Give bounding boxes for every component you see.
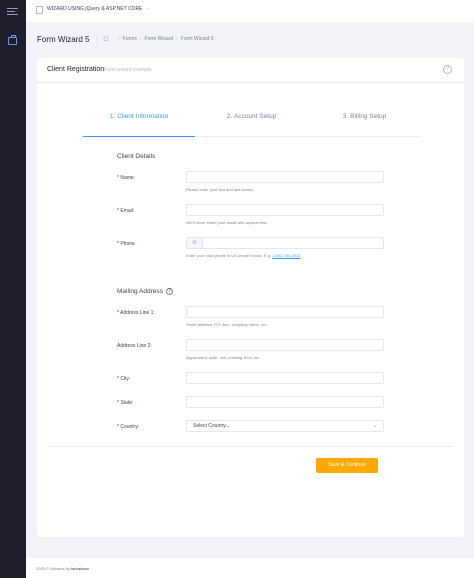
step-client-information[interactable]: 1. Client Information	[83, 110, 195, 137]
phone-label: * Phone	[117, 241, 135, 247]
step-billing-setup[interactable]: 3. Billing Setup	[308, 110, 421, 137]
breadcrumb-separator: ›	[118, 36, 120, 42]
subheader: Form Wizard 5 › Forms › Form Wizard › Form Wi…	[26, 22, 474, 58]
step-account-setup[interactable]: 2. Account Setup	[195, 110, 308, 137]
address1-label: * Address Line 1:	[117, 310, 155, 316]
email-help: We'll never share your email with anyone…	[186, 220, 268, 225]
app-logo-icon	[36, 6, 43, 14]
topbar: WIZARD USING jQuery & ASP.NET CORE ⌄	[26, 0, 474, 22]
footer-author-link[interactable]: farbahaan	[71, 566, 89, 571]
wizard-card: Client Registration Form wizard example …	[37, 58, 464, 537]
phone-input[interactable]: ✆	[186, 237, 384, 249]
breadcrumb-separator: ›	[176, 36, 178, 42]
phone-help-text: Enter your valid phone in US phone forma…	[186, 253, 273, 258]
step-label: Client Information	[117, 113, 169, 120]
city-label: * City:	[117, 376, 131, 382]
section-title-mailing-address: Mailing Address?	[117, 288, 173, 295]
state-input[interactable]	[186, 396, 384, 408]
step-label: Billing Setup	[350, 113, 387, 120]
wizard-steps: 1. Client Information 2. Account Setup 3. B…	[83, 110, 421, 137]
email-input[interactable]	[186, 204, 384, 216]
address2-help: Appartment, suite, unit, building, floor…	[186, 355, 260, 360]
briefcase-icon[interactable]	[8, 35, 17, 45]
breadcrumb-item-current[interactable]: Form Wizard 5	[181, 36, 214, 42]
sidebar	[0, 0, 26, 578]
card-subtitle: Form wizard example	[104, 67, 152, 73]
subheader-separator	[96, 34, 97, 44]
name-help: Please enter your first and last names	[186, 187, 254, 192]
phone-icon: ✆	[187, 238, 203, 248]
step-number: 3.	[342, 113, 349, 120]
address1-input[interactable]	[186, 306, 384, 318]
step-number: 2.	[226, 113, 233, 120]
home-icon[interactable]	[103, 35, 109, 41]
breadcrumb-item-form-wizard[interactable]: Form Wizard	[145, 36, 174, 42]
name-label: * Name:	[117, 175, 136, 181]
country-selected-value: Select Country...	[193, 423, 230, 429]
chevron-down-icon: ⌄	[372, 423, 377, 429]
save-continue-button[interactable]: Save & Continue	[316, 458, 378, 473]
page-title: Form Wizard 5	[37, 35, 90, 44]
footer: 2020 © Wizards by farbahaan	[26, 558, 474, 578]
menu-toggle-icon[interactable]	[7, 8, 18, 17]
app-title[interactable]: WIZARD USING jQuery & ASP.NET CORE	[47, 6, 142, 12]
question-icon[interactable]: ?	[165, 288, 173, 295]
address2-input[interactable]	[186, 339, 384, 351]
step-number: 1.	[109, 113, 116, 120]
step-label: Account Setup	[234, 113, 277, 120]
help-icon[interactable]: ?	[443, 65, 452, 74]
breadcrumb: › Forms › Form Wizard › Form Wizard 5	[115, 36, 214, 42]
address1-help: Street address, P.O. box, company name, …	[186, 322, 267, 327]
name-input[interactable]	[186, 171, 384, 183]
country-select[interactable]: Select Country... ⌄	[186, 420, 384, 432]
breadcrumb-item-forms[interactable]: Forms	[123, 36, 137, 42]
chevron-down-icon[interactable]: ⌄	[146, 5, 150, 11]
state-label: * State:	[117, 400, 134, 406]
form-divider	[47, 446, 454, 447]
email-label: * Email:	[117, 208, 135, 214]
footer-text: 2020 © Wizards by farbahaan	[36, 566, 89, 571]
card-header: Client Registration Form wizard example …	[37, 58, 464, 83]
city-input[interactable]	[186, 372, 384, 384]
section-title-client-details: Client Details	[117, 153, 156, 160]
footer-copyright: 2020 © Wizards by	[36, 566, 71, 571]
mailing-address-title: Mailing Address	[117, 288, 163, 296]
address2-label: Address Line 2:	[117, 343, 152, 349]
phone-help: Enter your valid phone in US phone forma…	[186, 253, 301, 258]
country-label: * Country:	[117, 424, 140, 430]
breadcrumb-separator: ›	[139, 36, 142, 42]
card-title: Client Registration	[47, 66, 105, 73]
phone-example-link[interactable]: 1-541-754-3010	[272, 253, 300, 258]
